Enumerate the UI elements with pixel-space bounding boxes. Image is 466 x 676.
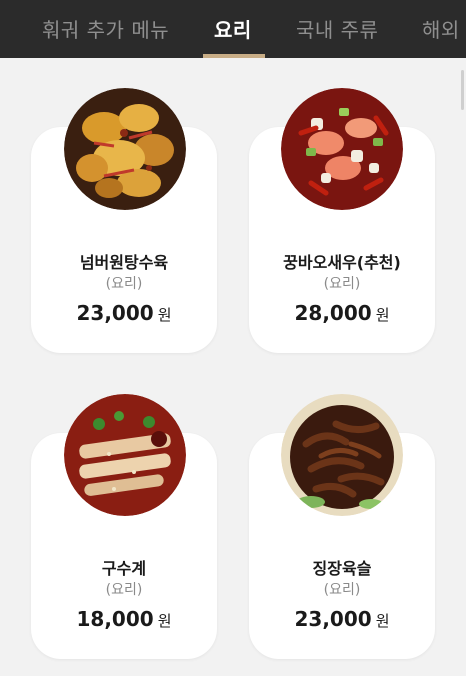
- menu-item-name: 징장육슬: [312, 559, 372, 578]
- shredded-pork-image: [281, 394, 403, 516]
- menu-item-price: 23,000 원: [249, 607, 435, 631]
- price-amount: 28,000: [294, 301, 372, 325]
- price-amount: 18,000: [76, 607, 154, 631]
- menu-item-price: 28,000 원: [249, 301, 435, 325]
- tab-hotpot-extra-menu[interactable]: 훠궈 추가 메뉴: [42, 14, 169, 43]
- tab-dishes[interactable]: 요리: [214, 14, 252, 43]
- category-tab-bar: 훠궈 추가 메뉴 요리 국내 주류 해외: [0, 0, 466, 58]
- tab-domestic-liquor[interactable]: 국내 주류: [296, 14, 378, 43]
- menu-item-category: (요리): [323, 582, 361, 598]
- scrollbar[interactable]: [461, 70, 464, 110]
- price-unit: 원: [157, 306, 172, 324]
- menu-item-name: 꿍바오새우(추천): [283, 253, 401, 272]
- price-unit: 원: [157, 612, 172, 630]
- kung-pao-shrimp-image: [281, 88, 403, 210]
- price-unit: 원: [375, 306, 390, 324]
- price-amount: 23,000: [294, 607, 372, 631]
- active-tab-indicator: [203, 54, 265, 58]
- menu-item-category: (요리): [105, 276, 143, 292]
- menu-item-category: (요리): [105, 582, 143, 598]
- mouthwatering-chicken-image: [64, 394, 186, 516]
- menu-item-name: 넘버원탕수육: [79, 253, 169, 272]
- menu-item-price: 23,000 원: [31, 301, 217, 325]
- menu-item-price: 18,000 원: [31, 607, 217, 631]
- menu-item-category: (요리): [323, 276, 361, 292]
- tab-imported[interactable]: 해외: [422, 14, 460, 43]
- price-amount: 23,000: [76, 301, 154, 325]
- menu-item-name: 구수계: [101, 559, 147, 578]
- sweet-sour-pork-image: [64, 88, 186, 210]
- price-unit: 원: [375, 612, 390, 630]
